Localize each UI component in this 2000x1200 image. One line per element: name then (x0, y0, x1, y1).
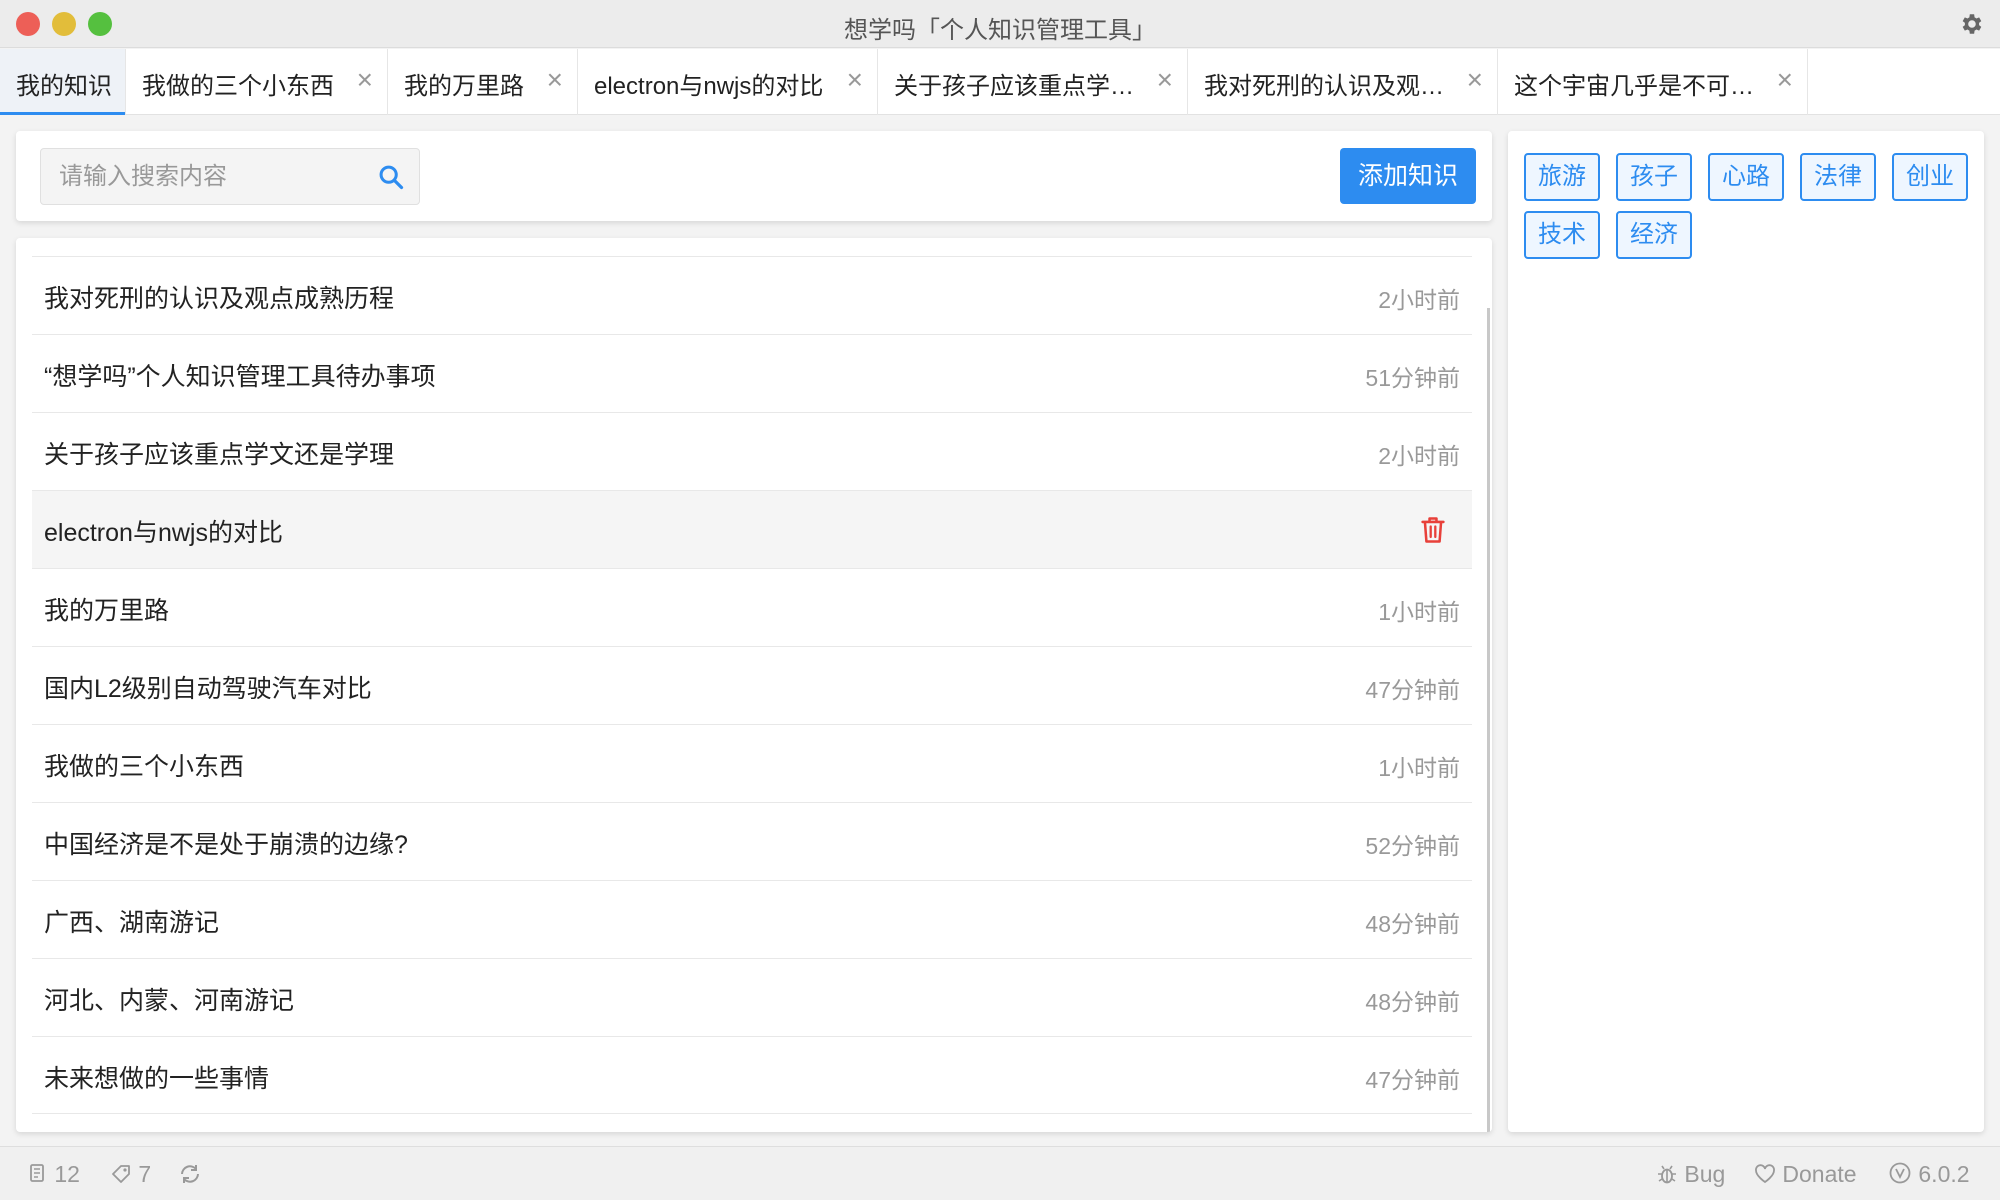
list-item[interactable]: 我做的三个小东西 1小时前 (32, 724, 1472, 802)
item-time: 2小时前 (1378, 443, 1460, 469)
list-scrollbar[interactable] (1487, 308, 1490, 1132)
tab-bar: 我的知识 我做的三个小东西 × 我的万里路 × electron与nwjs的对比… (0, 49, 2000, 115)
sync-button[interactable] (178, 1161, 202, 1188)
tag-children[interactable]: 孩子 (1616, 153, 1692, 201)
list-item[interactable]: 未来想做的一些事情 47分钟前 (32, 1036, 1472, 1114)
bug-icon (1658, 1165, 1676, 1184)
knowledge-list: 我对死刑的认识及观点成熟历程 2小时前 “想学吗”个人知识管理工具待办事项 51… (32, 256, 1472, 1114)
tab-note[interactable]: 我对死刑的认识及观… × (1188, 49, 1498, 115)
search-toolbar: 添加知识 (16, 131, 1492, 221)
tag-count: 7 (110, 1161, 151, 1188)
close-icon[interactable]: × (1467, 65, 1483, 95)
list-item[interactable]: “想学吗”个人知识管理工具待办事项 51分钟前 (32, 334, 1472, 412)
item-time: 52分钟前 (1365, 833, 1460, 859)
bug-label: Bug (1684, 1161, 1726, 1187)
document-icon (30, 1164, 44, 1182)
item-title: 河北、内蒙、河南游记 (44, 987, 295, 1015)
donate-label: Donate (1782, 1161, 1857, 1187)
item-time: 47分钟前 (1365, 677, 1460, 703)
list-item-hovered[interactable]: electron与nwjs的对比 (32, 490, 1472, 568)
doc-count-value: 12 (54, 1161, 80, 1187)
list-item[interactable]: 我对死刑的认识及观点成熟历程 2小时前 (32, 256, 1472, 334)
item-title: 关于孩子应该重点学文还是学理 (44, 441, 395, 469)
close-icon[interactable]: × (1777, 65, 1793, 95)
tab-label: 我做的三个小东西 (142, 73, 334, 100)
heart-icon (1755, 1164, 1775, 1184)
version-value: 6.0.2 (1918, 1161, 1970, 1187)
tag-travel[interactable]: 旅游 (1524, 153, 1600, 201)
refresh-icon[interactable] (178, 1163, 202, 1185)
item-title: 我的万里路 (44, 597, 170, 625)
version-icon (1889, 1162, 1911, 1184)
tag-icon (112, 1165, 130, 1183)
item-time: 48分钟前 (1365, 989, 1460, 1015)
list-item[interactable]: 河北、内蒙、河南游记 48分钟前 (32, 958, 1472, 1036)
close-icon[interactable]: × (847, 65, 863, 95)
list-item[interactable]: 国内L2级别自动驾驶汽车对比 47分钟前 (32, 646, 1472, 724)
search-input[interactable] (41, 149, 371, 204)
doc-count: 12 (28, 1161, 80, 1188)
search-icon[interactable] (377, 163, 405, 191)
list-item[interactable]: 中国经济是不是处于崩溃的边缘? 52分钟前 (32, 802, 1472, 880)
tag-journey[interactable]: 心路 (1708, 153, 1784, 201)
list-item[interactable]: 广西、湖南游记 48分钟前 (32, 880, 1472, 958)
tab-label: 我的万里路 (404, 73, 524, 100)
item-time: 2小时前 (1378, 287, 1460, 313)
item-time: 47分钟前 (1365, 1067, 1460, 1093)
item-time: 51分钟前 (1365, 365, 1460, 391)
item-title: “想学吗”个人知识管理工具待办事项 (44, 363, 436, 391)
tab-note[interactable]: 我做的三个小东西 × (126, 49, 388, 115)
item-title: 我对死刑的认识及观点成熟历程 (44, 285, 395, 313)
tab-label: electron与nwjs的对比 (594, 73, 824, 100)
window-title: 想学吗「个人知识管理工具」 (844, 17, 1156, 44)
item-title: 我做的三个小东西 (44, 753, 245, 781)
tab-note[interactable]: electron与nwjs的对比 × (578, 49, 878, 115)
bug-link[interactable]: Bug (1656, 1161, 1725, 1188)
knowledge-list-panel: 我对死刑的认识及观点成熟历程 2小时前 “想学吗”个人知识管理工具待办事项 51… (16, 238, 1492, 1132)
tag-startup[interactable]: 创业 (1892, 153, 1968, 201)
version-info[interactable]: 6.0.2 (1888, 1161, 1970, 1188)
tab-label: 这个宇宙几乎是不可… (1514, 73, 1754, 100)
item-title: 中国经济是不是处于崩溃的边缘? (44, 831, 408, 859)
tab-note[interactable]: 关于孩子应该重点学… × (878, 49, 1188, 115)
list-item[interactable]: 关于孩子应该重点学文还是学理 2小时前 (32, 412, 1472, 490)
trash-icon[interactable] (1420, 515, 1446, 545)
status-bar: 12 7 Bug Donate 6.0.2 (0, 1146, 2000, 1200)
tab-label: 我的知识 (16, 73, 112, 100)
item-title: electron与nwjs的对比 (44, 519, 283, 547)
close-icon[interactable]: × (1157, 65, 1173, 95)
item-title: 广西、湖南游记 (44, 909, 220, 937)
tags-panel: 旅游 孩子 心路 法律 创业 技术 经济 (1508, 131, 1984, 1132)
tab-note[interactable]: 我的万里路 × (388, 49, 578, 115)
tag-count-value: 7 (138, 1161, 152, 1187)
gear-icon[interactable] (1958, 11, 1984, 37)
item-time: 1小时前 (1378, 755, 1460, 781)
title-bar: 想学吗「个人知识管理工具」 (0, 0, 2000, 48)
item-title: 国内L2级别自动驾驶汽车对比 (44, 675, 372, 703)
list-item[interactable]: 我的万里路 1小时前 (32, 568, 1472, 646)
search-box (40, 148, 420, 205)
close-icon[interactable]: × (547, 65, 563, 95)
item-title: 未来想做的一些事情 (44, 1065, 270, 1093)
tag-economy[interactable]: 经济 (1616, 211, 1692, 259)
close-icon[interactable]: × (357, 65, 373, 95)
donate-link[interactable]: Donate (1754, 1161, 1857, 1188)
tab-note[interactable]: 这个宇宙几乎是不可… × (1498, 49, 1808, 115)
tab-label: 关于孩子应该重点学… (894, 73, 1134, 100)
tag-law[interactable]: 法律 (1800, 153, 1876, 201)
add-knowledge-button[interactable]: 添加知识 (1340, 148, 1476, 204)
item-time: 48分钟前 (1365, 911, 1460, 937)
tag-tech[interactable]: 技术 (1524, 211, 1600, 259)
tab-label: 我对死刑的认识及观… (1204, 73, 1444, 100)
item-time: 1小时前 (1378, 599, 1460, 625)
tab-my-knowledge[interactable]: 我的知识 (0, 49, 126, 115)
